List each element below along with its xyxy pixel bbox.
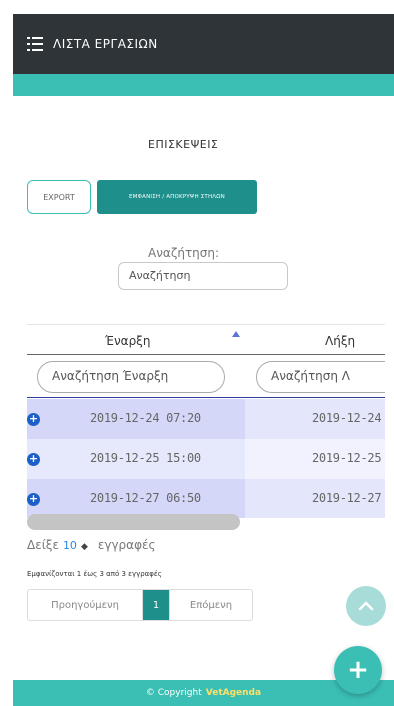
- next-page-button[interactable]: Επόμενη: [169, 590, 252, 620]
- chevron-up-icon: [358, 601, 374, 611]
- table-row[interactable]: + 2019-12-24 07:20 2019-12-24: [27, 399, 385, 439]
- table-header: Έναρξη Λήξη: [27, 325, 385, 355]
- page-title: ΛΙΣΤΑ ΕΡΓΑΣΙΩΝ: [53, 37, 158, 51]
- search-input[interactable]: Αναζήτηση: [118, 262, 288, 290]
- length-prefix: Δείξε: [27, 538, 59, 552]
- visits-table: Έναρξη Λήξη Αναζήτηση Έναρξη Αναζήτηση Λ…: [27, 324, 385, 518]
- filter-end-input[interactable]: Αναζήτηση Λ: [256, 361, 385, 393]
- column-filter-row: Αναζήτηση Έναρξη Αναζήτηση Λ: [27, 356, 385, 398]
- cell-start: 2019-12-24 07:20: [90, 411, 201, 425]
- table-row[interactable]: + 2019-12-25 15:00 2019-12-25: [27, 439, 385, 479]
- expand-row-icon[interactable]: +: [27, 493, 40, 506]
- column-header-start[interactable]: Έναρξη: [105, 334, 150, 348]
- current-page-button[interactable]: 1: [143, 590, 169, 620]
- scroll-to-top-button[interactable]: [346, 586, 386, 626]
- cell-start: 2019-12-27 06:50: [90, 491, 201, 505]
- select-arrows-icon[interactable]: ◆: [81, 542, 88, 552]
- cell-end: 2019-12-27: [312, 491, 382, 505]
- footer: © Copyright VetAgenda: [13, 680, 394, 706]
- toggle-columns-button[interactable]: ΕΜΦΑΝΙΣΗ / ΑΠΟΚΡΥΨΗ ΣΤΗΛΩΝ: [97, 180, 257, 214]
- footer-brand-link[interactable]: VetAgenda: [206, 688, 261, 698]
- footer-copyright: © Copyright: [145, 688, 202, 698]
- app-bar: ΛΙΣΤΑ ΕΡΓΑΣΙΩΝ: [13, 14, 394, 74]
- pagination: Προηγούμενη 1 Επόμενη: [27, 589, 253, 621]
- page-length-select[interactable]: 10: [63, 539, 77, 552]
- header-accent-strip: [13, 74, 394, 96]
- horizontal-scrollbar[interactable]: [27, 514, 240, 530]
- table-info: Εμφανίζονται 1 έως 3 από 3 εγγραφές: [27, 570, 162, 578]
- table-row[interactable]: + 2019-12-27 06:50 2019-12-27: [27, 479, 385, 518]
- section-title: ΕΠΙΣΚΕΨΕΙΣ: [148, 138, 219, 151]
- sort-ascending-icon[interactable]: [232, 331, 240, 337]
- cell-start: 2019-12-25 15:00: [90, 451, 201, 465]
- cell-end: 2019-12-24: [312, 411, 382, 425]
- cell-end: 2019-12-25: [312, 451, 382, 465]
- column-header-end[interactable]: Λήξη: [325, 334, 355, 348]
- search-label: Αναζήτηση:: [148, 246, 220, 260]
- filter-start-input[interactable]: Αναζήτηση Έναρξη: [37, 361, 225, 393]
- list-menu-icon[interactable]: [27, 37, 43, 51]
- length-suffix: εγγραφές: [97, 538, 156, 552]
- previous-page-button[interactable]: Προηγούμενη: [28, 590, 143, 620]
- export-button[interactable]: EXPORT: [27, 180, 91, 214]
- expand-row-icon[interactable]: +: [27, 453, 40, 466]
- page-length-control: Δείξε 10 ◆ εγγραφές: [27, 538, 156, 552]
- expand-row-icon[interactable]: +: [27, 413, 40, 426]
- top-header: ΛΙΣΤΑ ΕΡΓΑΣΙΩΝ: [0, 0, 394, 96]
- add-button[interactable]: +: [334, 646, 382, 694]
